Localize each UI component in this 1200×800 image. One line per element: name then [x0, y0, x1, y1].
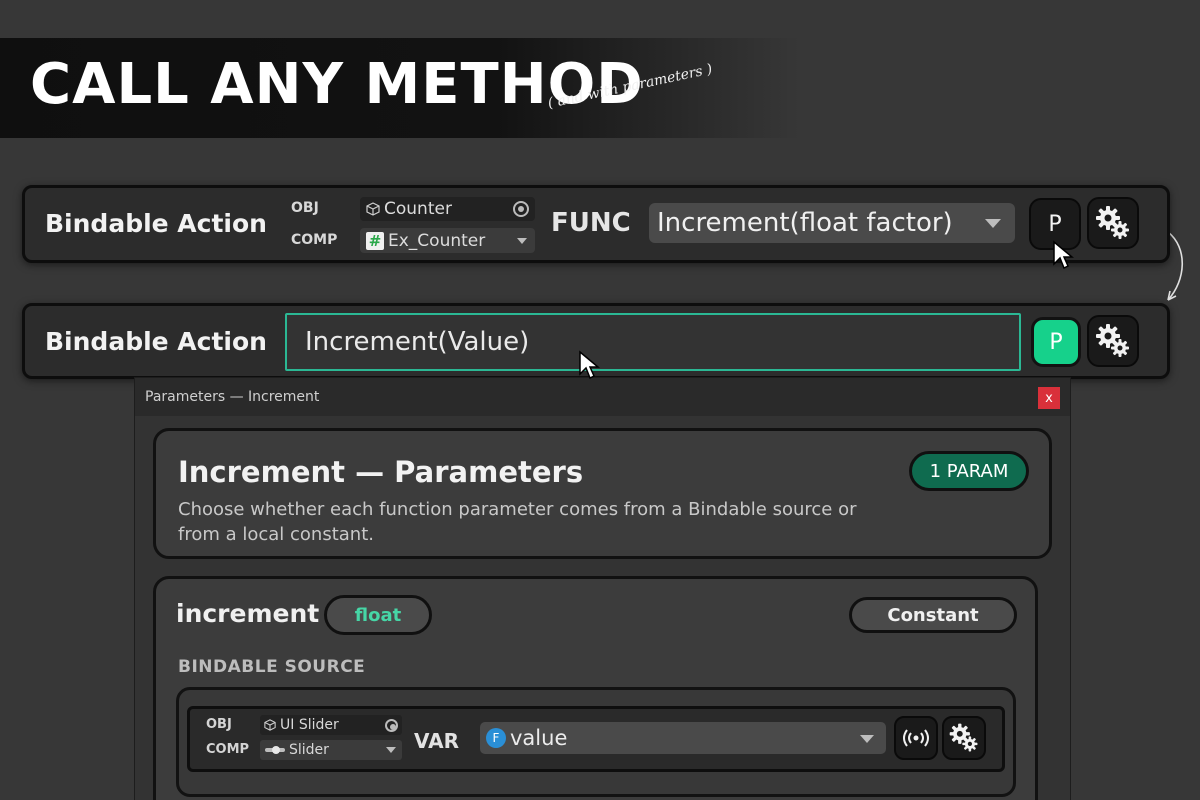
obj-value: UI Slider: [280, 717, 339, 733]
bindable-source-row: OBJ COMP UI Slider Slider VAR F value: [187, 706, 1005, 772]
settings-button[interactable]: [942, 716, 986, 760]
parameter-card: increment float Constant BINDABLE SOURCE…: [153, 576, 1038, 800]
params-header-card: Increment — Parameters Choose whether ea…: [153, 428, 1052, 559]
bar-title: Bindable Action: [45, 209, 267, 238]
cube-icon: [366, 202, 380, 216]
slider-icon: [265, 746, 285, 754]
chevron-down-icon: [985, 219, 1001, 228]
hash-icon: #: [366, 231, 384, 250]
gear-icon: [949, 723, 978, 752]
obj-label: OBJ: [206, 717, 232, 732]
cursor-icon: [579, 350, 600, 380]
params-button-label: P: [1048, 211, 1062, 237]
broadcast-icon: [903, 729, 929, 747]
comp-label: COMP: [291, 232, 338, 248]
comp-value: Slider: [289, 742, 329, 758]
bindable-source-panel: OBJ COMP UI Slider Slider VAR F value: [176, 687, 1016, 797]
comp-label: COMP: [206, 742, 250, 757]
var-dropdown[interactable]: F value: [480, 722, 886, 754]
params-header-description: Choose whether each function parameter c…: [178, 499, 857, 545]
comp-dropdown[interactable]: Slider: [260, 740, 402, 760]
settings-button[interactable]: [1087, 315, 1139, 367]
func-value: Increment(float factor): [657, 208, 953, 238]
gear-icon: [1096, 206, 1129, 239]
params-button-label: P: [1049, 329, 1063, 355]
close-icon: x: [1045, 390, 1053, 406]
obj-value: Counter: [384, 199, 452, 219]
settings-button[interactable]: [1087, 197, 1139, 249]
cube-icon: [264, 719, 276, 731]
expression-field[interactable]: Increment(Value): [285, 313, 1021, 371]
expression-value: Increment(Value): [305, 327, 530, 357]
parameter-type-badge: float: [324, 595, 432, 635]
parameters-window: Parameters — Increment x Increment — Par…: [134, 377, 1071, 800]
chevron-down-icon: [860, 735, 874, 743]
chevron-down-icon: [386, 747, 396, 753]
bar-title: Bindable Action: [45, 327, 267, 356]
params-button-active[interactable]: P: [1031, 317, 1081, 367]
target-icon[interactable]: [385, 718, 398, 732]
obj-field[interactable]: Counter: [360, 197, 535, 221]
close-button[interactable]: x: [1038, 387, 1060, 409]
param-count-badge: 1 PARAM: [909, 451, 1029, 491]
params-header-title: Increment — Parameters: [178, 455, 584, 489]
section-label: BINDABLE SOURCE: [178, 657, 366, 677]
parameter-name: increment: [176, 599, 320, 628]
bindable-action-bar: Bindable Action OBJ COMP Counter # Ex_Co…: [22, 185, 1170, 263]
constant-toggle-button[interactable]: Constant: [849, 597, 1017, 633]
cursor-icon: [1053, 240, 1074, 270]
chevron-down-icon: [517, 237, 527, 244]
obj-label: OBJ: [291, 200, 319, 216]
gear-icon: [1096, 324, 1129, 357]
func-dropdown[interactable]: Increment(float factor): [649, 203, 1015, 243]
comp-value: Ex_Counter: [388, 230, 486, 251]
obj-field[interactable]: UI Slider: [260, 715, 402, 735]
float-type-icon: F: [486, 728, 506, 748]
window-title: Parameters — Increment: [145, 389, 320, 405]
window-titlebar[interactable]: Parameters — Increment x: [135, 378, 1070, 416]
comp-dropdown[interactable]: # Ex_Counter: [360, 228, 535, 253]
broadcast-button[interactable]: [894, 716, 938, 760]
target-icon[interactable]: [513, 201, 529, 217]
var-value: value: [510, 726, 568, 750]
var-label: VAR: [414, 729, 459, 753]
func-label: FUNC: [551, 208, 631, 238]
